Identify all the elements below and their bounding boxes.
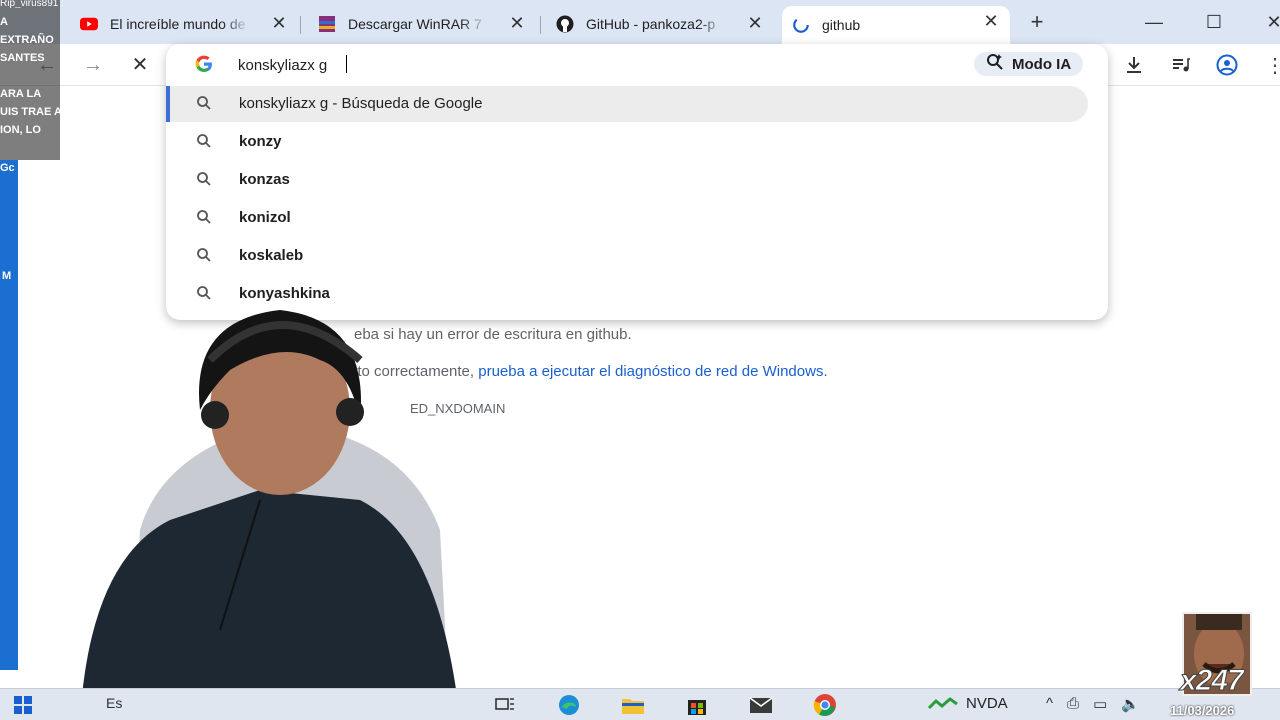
omnibox-input-row: Modo IA	[166, 44, 1108, 84]
store-icon[interactable]	[684, 693, 710, 717]
suggestion-item[interactable]: konzy	[166, 124, 1088, 160]
maximize-icon[interactable]: ☐	[1202, 10, 1226, 34]
tab-winrar[interactable]: Descargar WinRAR 7 ✕	[308, 8, 536, 40]
profile-icon[interactable]	[1214, 52, 1240, 78]
tab-github-active[interactable]: github ✕	[782, 6, 1010, 44]
overlay-line: A	[0, 16, 8, 28]
tab-title: github	[822, 17, 861, 33]
tab-title: El increíble mundo de	[110, 16, 246, 32]
loading-icon	[792, 16, 810, 34]
suggestion-item[interactable]: konzas	[166, 162, 1088, 198]
taskbar-search[interactable]: Es	[106, 695, 122, 711]
chrome-icon[interactable]	[812, 693, 838, 717]
tab-youtube[interactable]: El increíble mundo de ✕	[70, 8, 298, 40]
overlay-line: EXTRAÑO	[0, 34, 54, 46]
windows-start-icon[interactable]	[10, 693, 36, 717]
ai-mode-button[interactable]: Modo IA	[974, 52, 1084, 76]
streamer-webcam	[80, 310, 460, 720]
system-tray: ^ ⎙ ▭ 🔈	[1046, 695, 1140, 713]
ai-mode-label: Modo IA	[1012, 55, 1072, 73]
forward-icon[interactable]: →	[80, 52, 106, 78]
suggestion-search-google[interactable]: konskyliazx g - Búsqueda de Google	[166, 86, 1088, 122]
suggestion-text: konzas	[239, 171, 290, 188]
side-label: Gc	[0, 162, 15, 174]
edge-icon[interactable]	[556, 693, 582, 717]
close-window-icon[interactable]: ✕	[1262, 10, 1280, 34]
stop-loading-icon[interactable]: ✕	[127, 52, 153, 78]
desktop-edge: Gc M	[0, 160, 18, 670]
github-icon	[556, 15, 574, 33]
close-tab-icon[interactable]: ✕	[982, 12, 1000, 30]
minimize-icon[interactable]: —	[1142, 10, 1166, 34]
overlay-line: SANTES	[0, 52, 45, 64]
mail-icon[interactable]	[748, 693, 774, 717]
new-tab-button[interactable]: +	[1026, 11, 1048, 34]
overlay-line: UIS TRAE A	[0, 106, 60, 118]
stream-overlay-user: Rip_virus891 :	[0, 0, 64, 8]
tab-separator	[300, 16, 301, 34]
youtube-icon	[80, 15, 98, 33]
menu-icon[interactable]: ⋮	[1262, 52, 1280, 78]
chevron-up-icon[interactable]: ^	[1046, 695, 1053, 713]
suggestion-item[interactable]: koskaleb	[166, 238, 1088, 274]
ai-search-icon	[986, 53, 1004, 76]
google-icon	[194, 54, 214, 74]
stock-trend-icon	[928, 696, 958, 709]
tab-github-repo[interactable]: GitHub - pankoza2-p ✕	[546, 8, 774, 40]
meet-icon[interactable]: ⎙	[1067, 695, 1079, 713]
nvda-ticker[interactable]: NVDA	[928, 695, 1008, 712]
winrar-icon	[318, 15, 336, 33]
stream-chat-overlay: A EXTRAÑO SANTES ARA LA UIS TRAE A ION, …	[0, 0, 60, 160]
search-icon	[196, 209, 214, 227]
volume-icon[interactable]: 🔈	[1121, 695, 1140, 713]
suggestion-text: konskyliazx g - Búsqueda de Google	[239, 95, 483, 112]
nvda-label: NVDA	[966, 695, 1008, 712]
omnibox-input[interactable]	[238, 54, 838, 76]
taskbar: Es NVDA ^ ⎙ ▭ 🔈 11/03/2026	[0, 688, 1280, 720]
search-icon	[196, 171, 214, 189]
tab-separator	[540, 16, 541, 34]
search-icon	[196, 247, 214, 265]
suggestion-text: koskaleb	[239, 247, 304, 264]
download-icon[interactable]	[1121, 52, 1147, 78]
text-caret	[346, 55, 347, 73]
search-icon	[196, 95, 214, 113]
overlay-line: ION, LO	[0, 124, 41, 136]
media-control-icon[interactable]	[1168, 52, 1194, 78]
suggestion-text: konizol	[239, 209, 291, 226]
close-tab-icon[interactable]: ✕	[270, 14, 288, 32]
omnibox-dropdown: Modo IA konskyliazx g - Búsqueda de Goog…	[166, 44, 1108, 320]
system-clock[interactable]: 11/03/2026	[1170, 703, 1234, 718]
suggestion-item[interactable]: konizol	[166, 200, 1088, 236]
network-diagnostics-link[interactable]: prueba a ejecutar el diagnóstico de red …	[478, 363, 827, 380]
suggestion-text: konzy	[239, 133, 282, 150]
side-label: M	[2, 270, 12, 282]
task-view-icon[interactable]	[492, 693, 518, 717]
close-tab-icon[interactable]: ✕	[508, 14, 526, 32]
tab-title: Descargar WinRAR 7	[348, 16, 482, 32]
file-explorer-icon[interactable]	[620, 693, 646, 717]
network-icon[interactable]: ▭	[1093, 695, 1107, 713]
overlay-badge-label: x247	[1180, 664, 1245, 698]
search-icon	[196, 133, 214, 151]
close-tab-icon[interactable]: ✕	[746, 14, 764, 32]
tab-title: GitHub - pankoza2-p	[586, 16, 716, 32]
tab-strip: El increíble mundo de ✕ Descargar WinRAR…	[0, 0, 1280, 44]
overlay-line: ARA LA	[0, 88, 42, 100]
